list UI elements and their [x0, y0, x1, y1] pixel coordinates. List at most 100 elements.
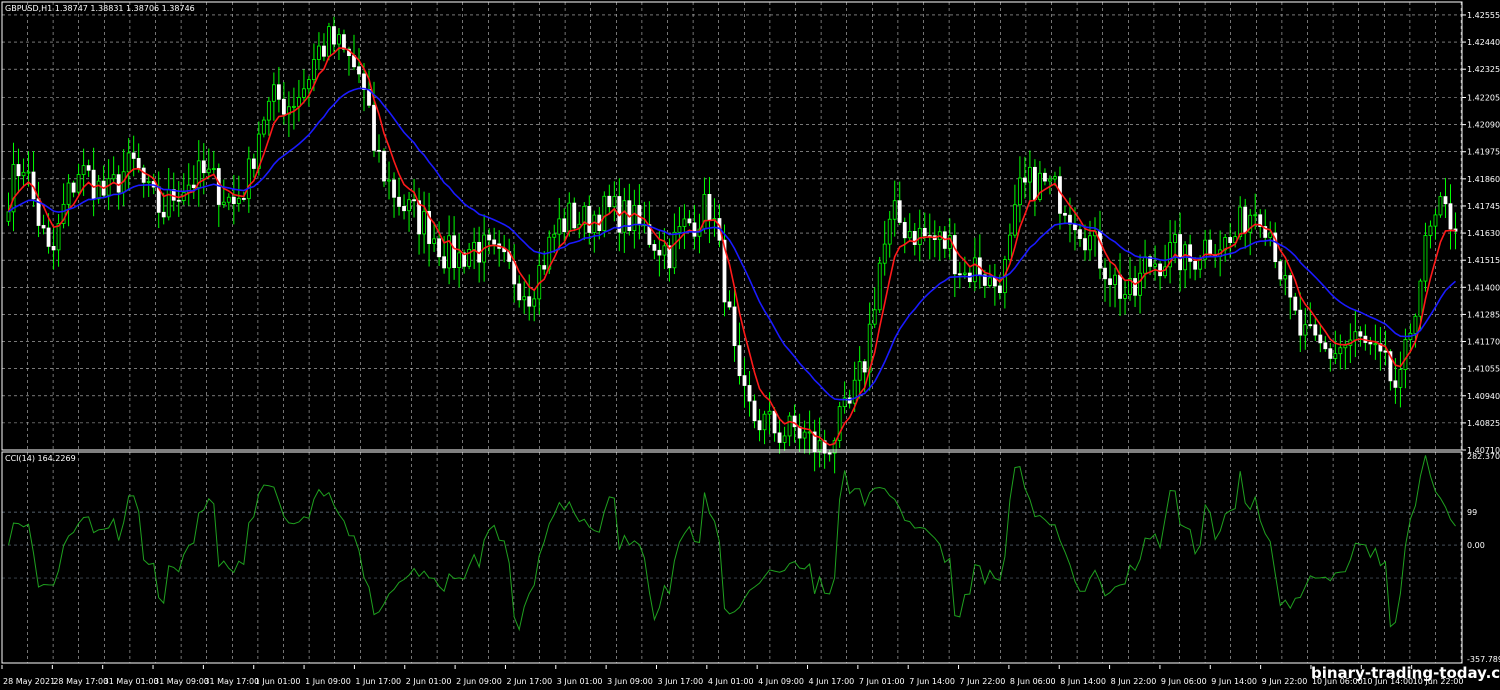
candle-body	[632, 204, 637, 232]
candle-body	[126, 152, 131, 173]
price-tick-label: 1.41630	[1467, 229, 1500, 238]
candle-body	[762, 413, 767, 431]
candle-body	[302, 88, 306, 98]
candle-body	[276, 84, 281, 100]
candle-body	[487, 234, 492, 241]
candle-body	[201, 160, 206, 174]
candle-body	[1017, 177, 1022, 206]
candle-body	[882, 243, 887, 264]
candle-body	[1333, 353, 1338, 359]
candle-body	[251, 158, 256, 169]
candle-body	[1278, 261, 1283, 280]
price-tick-label: 1.41515	[1467, 256, 1500, 265]
candle-body	[422, 210, 426, 235]
time-tick-label: 7 Jun 01:00	[859, 677, 905, 686]
candle-body	[51, 245, 56, 251]
candle-body	[161, 211, 166, 218]
candle-body	[281, 98, 286, 115]
candle-body	[1368, 342, 1373, 345]
candle-body	[91, 169, 96, 200]
candle-body	[357, 66, 361, 75]
candle-body	[397, 196, 401, 207]
candle-body	[1403, 339, 1408, 370]
candle-body	[191, 184, 196, 189]
candle-body	[442, 256, 447, 269]
candle-body	[727, 301, 732, 308]
time-tick-label: 8 Jun 22:00	[1111, 677, 1157, 686]
candle-body	[1073, 223, 1077, 231]
candle-body	[1268, 232, 1273, 238]
time-tick-label: 31 May 01:00	[104, 677, 159, 686]
price-tick-label: 1.40825	[1467, 419, 1500, 428]
time-tick-label: 28 May 2021	[3, 677, 55, 686]
candle-body	[1433, 214, 1438, 227]
candle-body	[962, 272, 967, 275]
candle-body	[752, 400, 757, 422]
cci-tick-label: 0.00	[1467, 541, 1485, 550]
time-tick-label: 2 Jun 17:00	[506, 677, 552, 686]
time-tick-label: 28 May 17:00	[53, 677, 108, 686]
candle-body	[337, 34, 341, 45]
candle-body	[552, 233, 557, 238]
candle-body	[176, 199, 181, 202]
candle-body	[522, 296, 527, 301]
candle-body	[407, 199, 411, 212]
candle-body	[66, 182, 71, 205]
candle-body	[1023, 177, 1027, 183]
candle-body	[897, 200, 902, 223]
time-tick-label: 4 Jun 09:00	[758, 677, 804, 686]
candle-body	[757, 420, 762, 431]
candle-body	[1088, 235, 1092, 251]
price-tick-label: 1.41745	[1467, 202, 1500, 211]
candle-body	[327, 26, 331, 57]
candle-body	[527, 296, 532, 307]
trading-chart[interactable]: 1.42555 1.42440 1.42325 1.42205 1.42090 1.419…	[0, 0, 1500, 690]
candle-body	[1238, 206, 1243, 237]
candle-body	[787, 415, 792, 437]
candle-body	[6, 211, 11, 222]
candle-body	[652, 244, 657, 251]
candle-body	[297, 97, 301, 107]
time-tick-label: 1 Jun 17:00	[355, 677, 401, 686]
time-tick-label: 2 Jun 01:00	[406, 677, 452, 686]
candle-body	[1428, 225, 1433, 236]
candle-body	[692, 222, 697, 237]
candle-body	[587, 205, 592, 233]
candle-body	[372, 104, 376, 151]
candle-body	[687, 218, 692, 224]
price-tick-label: 1.41860	[1467, 175, 1500, 184]
candle-body	[662, 245, 667, 256]
candle-body	[782, 435, 787, 443]
candle-body	[777, 432, 782, 443]
candle-body	[261, 119, 266, 135]
candle-body	[1118, 274, 1122, 299]
candle-body	[382, 150, 386, 182]
candle-body	[772, 410, 777, 434]
candle-body	[997, 285, 1002, 294]
time-tick-label: 31 May 17:00	[204, 677, 259, 686]
candle-body	[387, 179, 391, 182]
candle-body	[377, 149, 381, 152]
candle-body	[116, 174, 121, 193]
candle-body	[917, 227, 922, 245]
candle-body	[1113, 274, 1117, 285]
candle-body	[517, 283, 522, 301]
price-tick-label: 1.42555	[1467, 11, 1500, 20]
time-tick-label: 2 Jun 09:00	[456, 677, 502, 686]
price-tick-label: 1.41975	[1467, 148, 1500, 157]
candle-body	[872, 309, 877, 325]
watermark: binary-trading-today.com	[1311, 664, 1500, 682]
candle-body	[221, 201, 226, 205]
candle-body	[131, 152, 136, 159]
candle-body	[1283, 275, 1288, 280]
candle-body	[21, 171, 26, 177]
candle-body	[1138, 272, 1142, 296]
candle-body	[532, 298, 537, 307]
candle-body	[457, 252, 462, 268]
candle-body	[1053, 176, 1057, 180]
candle-body	[266, 100, 271, 121]
candle-body	[1193, 260, 1198, 270]
candle-body	[452, 235, 457, 268]
price-tick-label: 1.41285	[1467, 310, 1500, 319]
candle-body	[291, 105, 296, 108]
